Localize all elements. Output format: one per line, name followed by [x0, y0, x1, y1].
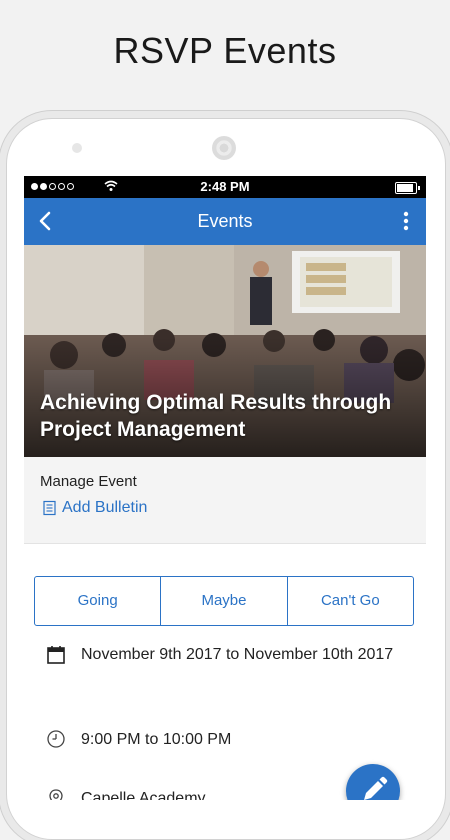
location-pin-icon [49, 789, 63, 800]
page-title: Events [197, 211, 253, 231]
rsvp-segmented-control: Going Maybe Can't Go [34, 576, 414, 626]
promo-title: RSVP Events [113, 30, 337, 71]
rsvp-going-button[interactable]: Going [35, 577, 160, 625]
phone-camera [72, 143, 82, 153]
clock-icon [47, 730, 65, 748]
event-date-range: November 9th 2017 to November 10th 2017 [81, 646, 394, 663]
event-time-range: 9:00 PM to 10:00 PM [81, 731, 232, 748]
app-bar: Events [24, 198, 426, 245]
manage-event-label: Manage Event [40, 473, 137, 490]
rsvp-maybe-button[interactable]: Maybe [160, 577, 286, 625]
event-title: Achieving Optimal Results through Projec… [40, 391, 392, 441]
more-vert-icon[interactable] [394, 209, 418, 233]
phone-speaker [212, 136, 236, 160]
add-bulletin-label: Add Bulletin [62, 499, 148, 516]
calendar-icon [47, 646, 65, 664]
status-time: 2:48 PM [200, 179, 250, 194]
pencil-icon [364, 776, 388, 800]
bulletin-icon [43, 500, 56, 516]
add-bulletin-link[interactable]: Add Bulletin [42, 499, 147, 517]
rsvp-cant-go-button[interactable]: Can't Go [286, 577, 413, 625]
status-bar: 2:48 PM [24, 176, 426, 198]
edit-fab-button[interactable] [346, 764, 400, 800]
manage-event-section: Manage Event Add Bulletin [24, 457, 426, 544]
battery-icon [395, 182, 420, 194]
phone-screen: 2:48 PM Events Achieving Optimal Results… [24, 176, 426, 800]
event-hero-image: Achieving Optimal Results through Projec… [24, 245, 426, 457]
